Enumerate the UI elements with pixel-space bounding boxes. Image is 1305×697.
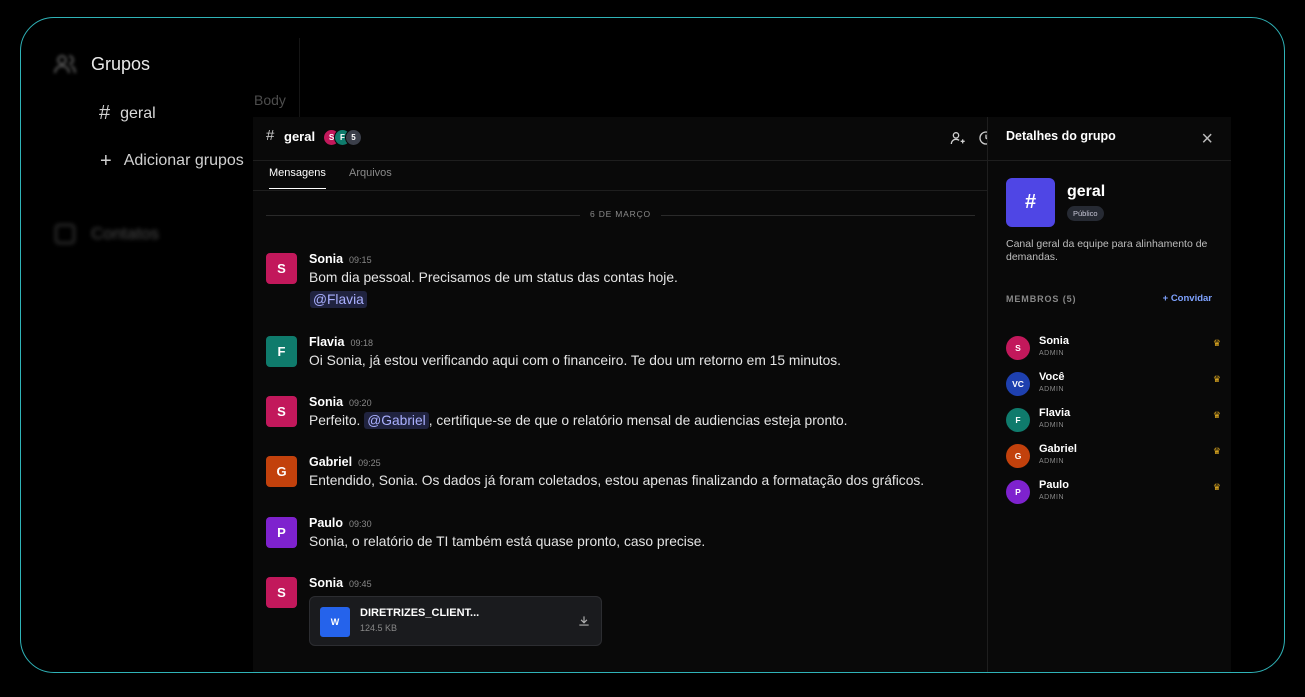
avatar[interactable]: S (266, 396, 297, 427)
message-text: Sonia, o relatório de TI também está qua… (309, 534, 706, 549)
visibility-badge: Público (1067, 206, 1104, 221)
contacts-icon (55, 224, 75, 244)
message-time: 09:18 (350, 338, 373, 348)
add-group-label: Adicionar grupos (123, 152, 244, 169)
date-label: 6 DE MARÇO (580, 209, 661, 219)
message-time: 09:45 (349, 579, 372, 589)
contacts-label: Contatos (91, 224, 160, 243)
message-text: Entendido, Sonia. Os dados já foram cole… (309, 473, 925, 488)
member-avatar-stack[interactable]: S F 5 (323, 129, 362, 146)
member-name: Flavia (1039, 407, 1071, 419)
avatar[interactable]: S (266, 253, 297, 284)
sidebar-title: Grupos (91, 53, 151, 74)
group-details-panel: Detalhes do grupo × # geral Público Cana… (987, 117, 1231, 672)
plus-icon: + (1162, 293, 1171, 304)
member-role: ADMIN (1039, 386, 1065, 393)
crown-icon: ♛ (1212, 338, 1221, 348)
member-item[interactable]: S Sonia ADMIN ♛ (1006, 335, 1221, 363)
avatar: S (1006, 336, 1030, 360)
tab-arquivos[interactable]: Arquivos (349, 167, 392, 179)
message-time: 09:30 (349, 519, 372, 529)
member-item[interactable]: F Flavia ADMIN ♛ (1006, 407, 1221, 435)
sidebar-item-contatos[interactable]: Contatos (55, 224, 159, 244)
chat-tabs: Mensagens Arquivos (253, 161, 987, 191)
users-icon (54, 55, 76, 74)
crown-icon: ♛ (1212, 374, 1221, 384)
member-item[interactable]: P Paulo ADMIN ♛ (1006, 479, 1221, 507)
message-time: 09:25 (358, 458, 381, 468)
panel-header: Detalhes do grupo × (988, 117, 1231, 161)
avatar: P (1006, 480, 1030, 504)
hash-icon: # (266, 127, 275, 144)
member-name: Gabriel (1039, 443, 1077, 455)
body-label: Body (254, 92, 286, 108)
file-attachment[interactable]: W DIRETRIZES_CLIENT... 124.5 KB (309, 596, 602, 646)
avatar[interactable]: P (266, 517, 297, 548)
avatar: F (1006, 408, 1030, 432)
invite-button[interactable]: + Convidar (1163, 293, 1212, 304)
member-role: ADMIN (1039, 350, 1065, 357)
sidebar-header: Grupos (53, 52, 150, 76)
group-name: geral (1067, 183, 1106, 200)
avatar: G (1006, 444, 1030, 468)
message-time: 09:20 (349, 398, 372, 408)
message-author[interactable]: Gabriel (309, 455, 352, 469)
crown-icon: ♛ (1212, 482, 1221, 492)
group-hash-icon: # (1006, 178, 1055, 227)
divider (299, 38, 300, 118)
mention[interactable]: @Gabriel (364, 412, 429, 429)
member-name: Sonia (1039, 335, 1069, 347)
group-description: Canal geral da equipe para alinhamento d… (1006, 238, 1208, 263)
message-text: Oi Sonia, já estou verificando aqui com … (309, 353, 841, 368)
add-user-icon[interactable] (950, 130, 966, 146)
avatar: VC (1006, 372, 1030, 396)
file-name: DIRETRIZES_CLIENT... (360, 607, 480, 619)
message-author[interactable]: Sonia (309, 576, 343, 590)
chat-header: # geral S F 5 (253, 117, 993, 161)
member-role: ADMIN (1039, 494, 1065, 501)
member-item[interactable]: VC Você ADMIN ♛ (1006, 371, 1221, 399)
crown-icon: ♛ (1212, 446, 1221, 456)
message-author[interactable]: Sonia (309, 395, 343, 409)
close-icon[interactable]: × (1201, 129, 1213, 149)
date-divider: 6 DE MARÇO (266, 207, 975, 223)
member-item[interactable]: G Gabriel ADMIN ♛ (1006, 443, 1221, 471)
avatar[interactable]: G (266, 456, 297, 487)
message-text: Perfeito. @Gabriel, certifique-se de que… (309, 412, 848, 429)
avatar[interactable]: F (266, 336, 297, 367)
member-name: Paulo (1039, 479, 1069, 491)
member-role: ADMIN (1039, 422, 1065, 429)
avatar[interactable]: S (266, 577, 297, 608)
message-time: 09:15 (349, 255, 372, 265)
members-header: MEMBROS (5) (1006, 294, 1077, 304)
sidebar-item-label: geral (120, 104, 156, 122)
message-text: Bom dia pessoal. Precisamos de um status… (309, 270, 678, 285)
avatar-count: 5 (345, 129, 362, 146)
app-frame: Grupos # geral + Adicionar grupos Contat… (20, 17, 1285, 673)
channel-name: geral (284, 129, 316, 144)
hash-icon: # (99, 102, 111, 124)
member-role: ADMIN (1039, 458, 1065, 465)
message-author[interactable]: Paulo (309, 516, 343, 530)
message-author[interactable]: Flavia (309, 335, 344, 349)
add-group-button[interactable]: + Adicionar grupos (100, 151, 244, 171)
chat-panel: # geral S F 5 Mensagens Arquivos 6 DE MA… (253, 117, 993, 672)
plus-icon: + (100, 150, 112, 172)
download-icon[interactable] (577, 614, 591, 628)
message-author[interactable]: Sonia (309, 252, 343, 266)
crown-icon: ♛ (1212, 410, 1221, 420)
member-name: Você (1039, 371, 1065, 383)
sidebar-item-geral[interactable]: # geral (99, 102, 156, 125)
tab-mensagens[interactable]: Mensagens (269, 167, 326, 189)
file-size: 124.5 KB (360, 623, 398, 633)
panel-title: Detalhes do grupo (1006, 129, 1116, 143)
mention[interactable]: @Flavia (310, 291, 367, 308)
word-file-icon: W (320, 607, 350, 637)
